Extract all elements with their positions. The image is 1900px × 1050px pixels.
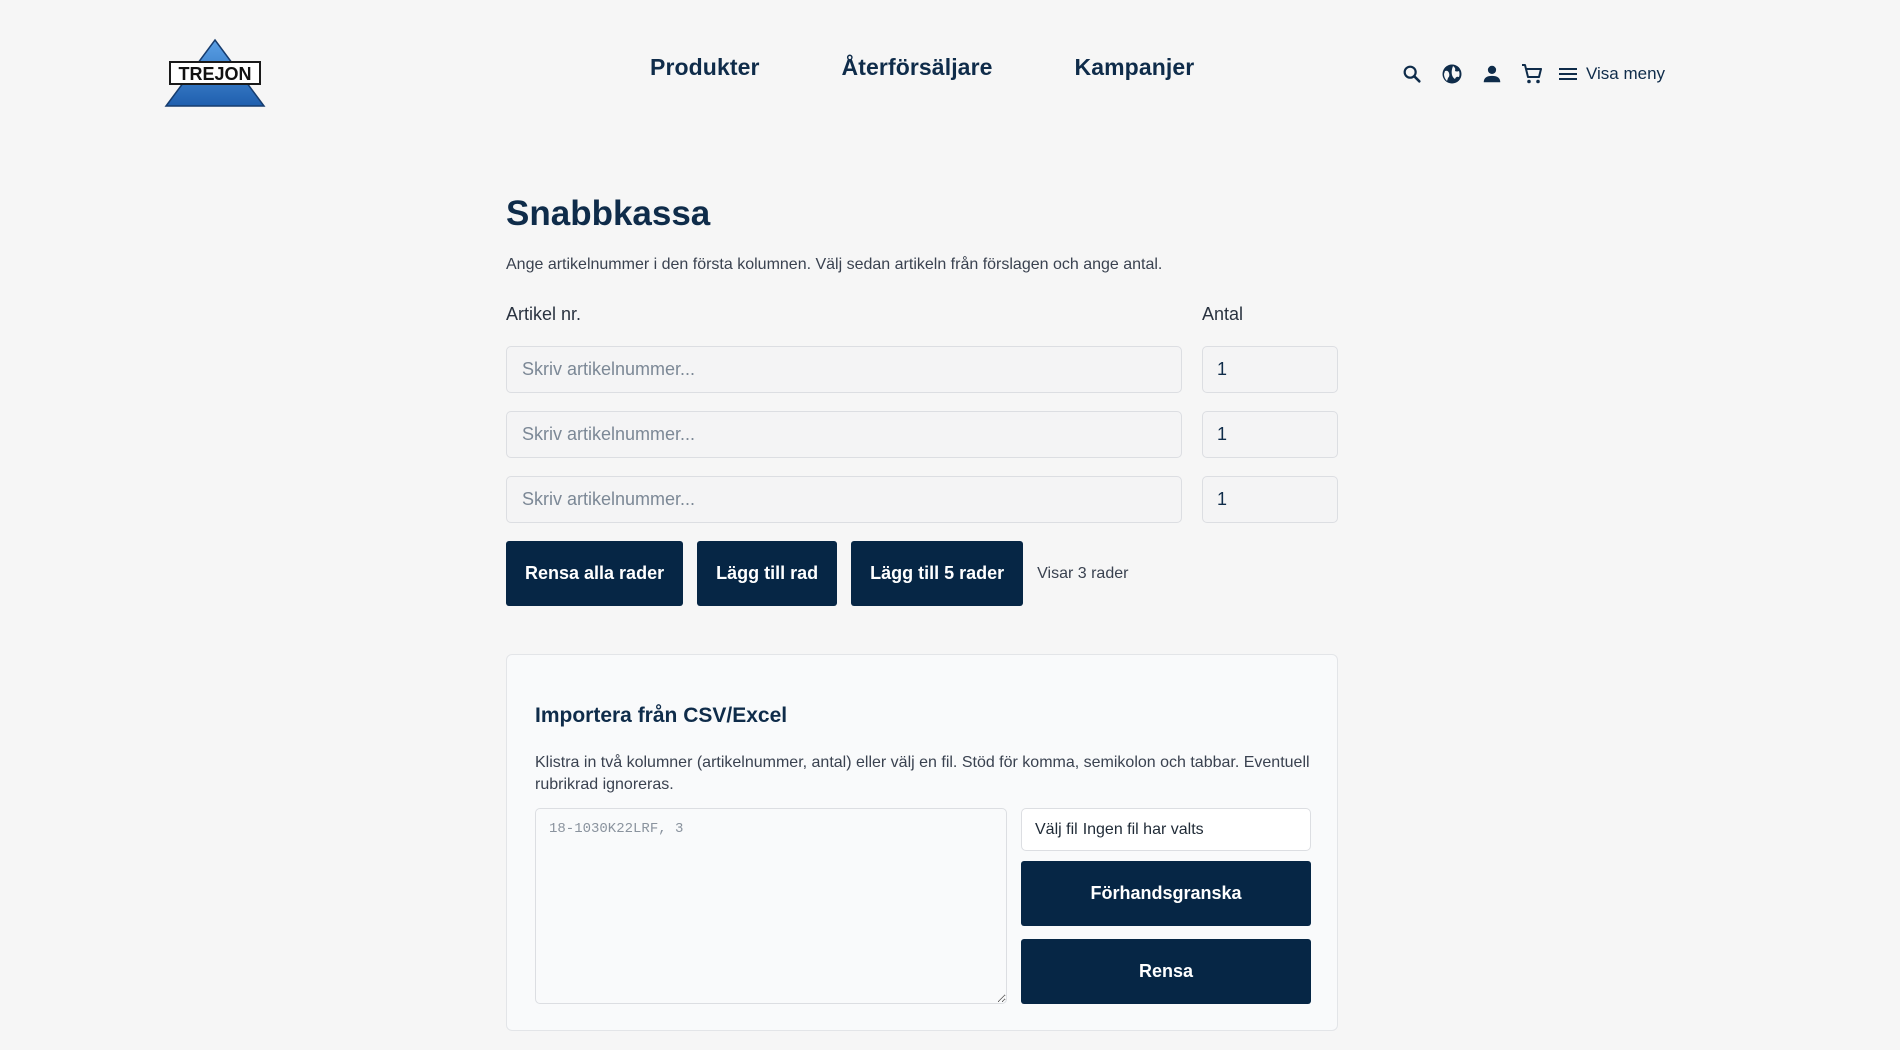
order-row: [506, 346, 1338, 393]
article-number-input[interactable]: [506, 346, 1182, 393]
article-column-label: Artikel nr.: [506, 304, 582, 324]
order-row: [506, 476, 1338, 523]
add-five-rows-button[interactable]: Lägg till 5 rader: [851, 541, 1024, 606]
preview-button[interactable]: Förhandsgranska: [1021, 861, 1311, 926]
row-actions: Rensa alla rader Lägg till rad Lägg till…: [506, 541, 1338, 606]
main-nav: Produkter Återförsäljare Kampanjer: [650, 54, 1194, 81]
quantity-input[interactable]: [1202, 476, 1338, 523]
csv-paste-textarea[interactable]: [535, 808, 1007, 1004]
menu-icon: [1559, 68, 1577, 80]
clear-all-rows-button[interactable]: Rensa alla rader: [506, 541, 684, 606]
search-icon[interactable]: [1398, 60, 1426, 88]
column-labels: Artikel nr. Antal: [506, 304, 1338, 326]
quick-checkout: Snabbkassa Ange artikelnummer i den förs…: [506, 194, 1338, 606]
nav-produkter[interactable]: Produkter: [650, 54, 760, 81]
trejon-logo[interactable]: TREJON: [164, 38, 266, 108]
menu-button[interactable]: Visa meny: [1558, 64, 1665, 84]
file-picker[interactable]: Välj fil Ingen fil har valts: [1021, 808, 1311, 851]
article-number-input[interactable]: [506, 476, 1182, 523]
quantity-input[interactable]: [1202, 411, 1338, 458]
page: TREJON Produkter Återförsäljare Kampanje…: [0, 0, 1900, 1050]
cart-icon[interactable]: [1518, 60, 1546, 88]
logo-wordmark: TREJON: [178, 64, 251, 84]
file-status: Ingen fil har valts: [1082, 820, 1204, 838]
globe-icon[interactable]: [1438, 60, 1466, 88]
page-title: Snabbkassa: [506, 194, 711, 233]
nav-kampanjer[interactable]: Kampanjer: [1075, 54, 1195, 81]
order-row: [506, 411, 1338, 458]
import-title: Importera från CSV/Excel: [535, 704, 788, 727]
article-number-input[interactable]: [506, 411, 1182, 458]
header-actions: Visa meny: [1398, 60, 1665, 88]
page-intro: Ange artikelnummer i den första kolumnen…: [506, 256, 1163, 273]
order-rows: [506, 346, 1338, 523]
clear-import-button[interactable]: Rensa: [1021, 939, 1311, 1004]
menu-label: Visa meny: [1586, 64, 1666, 83]
add-row-button[interactable]: Lägg till rad: [697, 541, 838, 606]
quantity-input[interactable]: [1202, 346, 1338, 393]
choose-file-button[interactable]: Välj fil: [1035, 821, 1078, 839]
nav-aterforsaljare[interactable]: Återförsäljare: [842, 54, 993, 81]
row-count-text: Visar 3 rader: [1037, 564, 1129, 582]
quantity-column-label: Antal: [1202, 304, 1244, 324]
import-description: Klistra in två kolumner (artikelnummer, …: [535, 754, 1310, 793]
csv-import-panel: Importera från CSV/Excel Klistra in två …: [506, 654, 1338, 1031]
user-icon[interactable]: [1478, 60, 1506, 88]
